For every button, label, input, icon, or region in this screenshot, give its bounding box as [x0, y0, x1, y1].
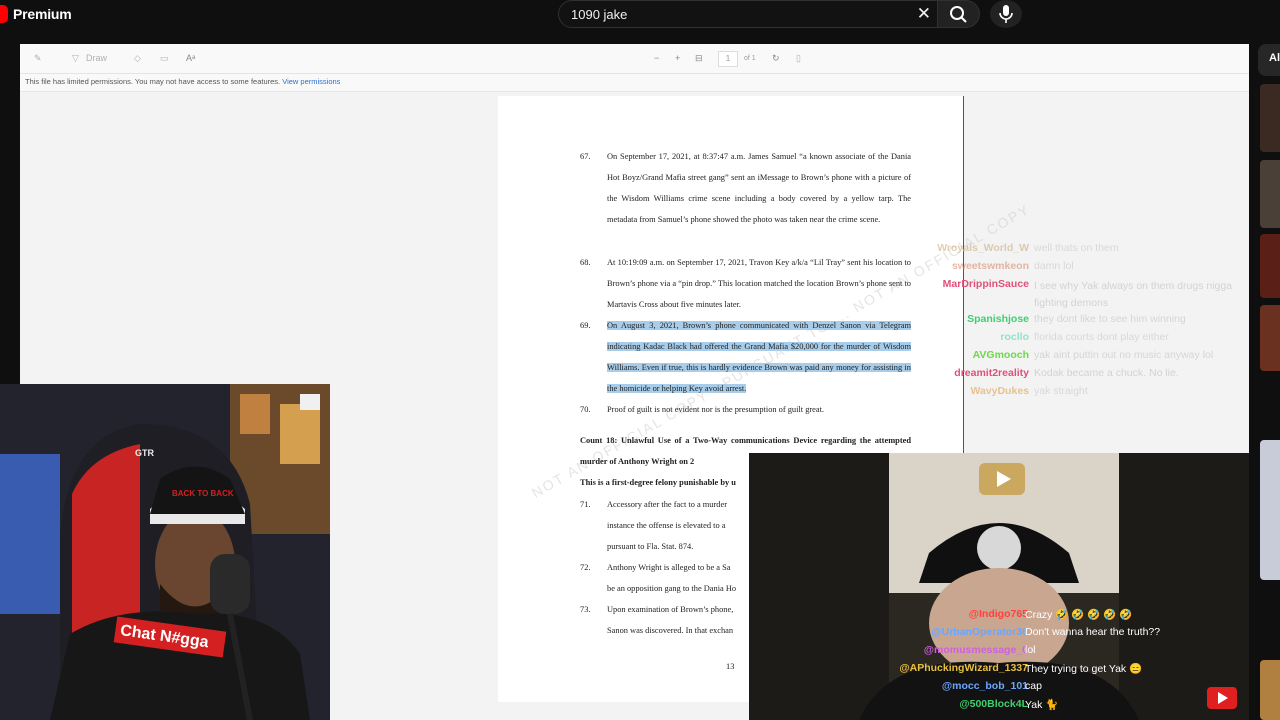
chat-text: they dont like to see him winning — [1034, 313, 1186, 325]
chat-message: dreamit2reality Kodak became a chuck. No … — [938, 367, 1253, 385]
chat-text: I see why Yak always on them drugs nigga… — [1034, 280, 1233, 309]
paragraph-number: 69. — [580, 321, 591, 330]
chat-username: @momusmessage_0 — [923, 644, 1028, 656]
video-thumbnail[interactable] — [1260, 84, 1280, 152]
chat-text: damn lol — [1034, 260, 1074, 272]
chat-message: @500Block4L Yak 🐈 — [865, 698, 1249, 716]
chat-message: @UrbanOperator36 Don't wanna hear the tru… — [865, 626, 1249, 644]
two-page-icon[interactable]: ▯ — [796, 53, 801, 64]
chat-username: WavyDukes — [970, 385, 1029, 397]
search-button[interactable] — [938, 0, 980, 28]
chat-username: sweetswmkeon — [951, 260, 1029, 272]
chair-text: GTR — [135, 448, 154, 458]
highlight-tool-icon[interactable]: ✎ — [34, 53, 42, 64]
permissions-notice-text: This file has limited permissions. You m… — [25, 77, 281, 86]
paragraph-number: 70. — [580, 405, 591, 414]
draw-label[interactable]: Draw — [86, 53, 107, 63]
pdf-toolbar: ✎ ▽ Draw ◇ ▭ Aᵃ − + ⊟ 1 of 1 ↻ ▯ — [20, 44, 1249, 74]
chat-username: @Indigo765 — [968, 608, 1028, 620]
chat-message: @mocc_bob_101 cap — [865, 680, 1249, 698]
voice-search-button[interactable] — [990, 0, 1022, 28]
chat-username: @UrbanOperator36 — [931, 626, 1028, 638]
chat-username: rocllo — [1000, 331, 1029, 343]
top-bar: Premium 1090 jake ✕ — [0, 0, 1280, 44]
webcam-streamer-left: BACK TO BACK Chat N#gga GTR — [0, 384, 330, 720]
paragraph-number: 68. — [580, 258, 591, 267]
chat-username: @mocc_bob_101 — [941, 680, 1028, 692]
chat-username: @500Block4L — [959, 698, 1028, 710]
paragraph-text[interactable]: At 10:19:09 a.m. on September 17, 2021, … — [607, 252, 911, 315]
paragraph-number: 73. — [580, 605, 591, 614]
chat-text: They trying to get Yak 😑 — [1025, 663, 1143, 675]
search-input[interactable]: 1090 jake ✕ — [558, 0, 938, 28]
youtube-logo-icon[interactable] — [0, 5, 8, 23]
paragraph-number: 72. — [580, 563, 591, 572]
chat-message: Wroyals_World_W well thats on them — [937, 242, 1253, 260]
chat-text: well thats on them — [1034, 242, 1119, 254]
chat-message: @APhuckingWizard_1337 They trying to get … — [865, 662, 1249, 680]
chat-message: @momusmessage_0 lol — [865, 644, 1249, 662]
chat-text: Kodak became a chuck. No lie. — [1034, 367, 1179, 379]
chat-username: Spanishjose — [967, 313, 1029, 325]
zoom-in-icon[interactable]: + — [675, 53, 680, 63]
chat-message: @Indigo765 Crazy 🤣 🤣 🤣 🤣 🤣 — [865, 608, 1249, 626]
draw-tool-icon[interactable]: ▽ — [72, 53, 79, 64]
view-permissions-link[interactable]: View permissions — [282, 77, 340, 86]
chat-message: sweetswmkeon damn lol — [938, 260, 1253, 278]
chat-text: lol — [1025, 644, 1036, 656]
video-thumbnail[interactable] — [1260, 440, 1280, 580]
chat-text: Yak 🐈 — [1025, 699, 1059, 711]
video-thumbnail[interactable] — [1260, 305, 1280, 371]
webcam-scene: BACK TO BACK Chat N#gga GTR — [0, 384, 330, 720]
chat-text: yak aint puttin out no music anyway lol — [1034, 349, 1214, 361]
chat-message: MarDrippinSauce I see why Yak always on t… — [938, 278, 1253, 309]
page-number: 13 — [726, 662, 735, 671]
mic-icon — [999, 5, 1013, 23]
eraser-tool-icon[interactable]: ◇ — [134, 53, 141, 64]
chat-username: dreamit2reality — [954, 367, 1029, 379]
paragraph-number: 67. — [580, 152, 591, 161]
brand-label[interactable]: Premium — [13, 6, 72, 22]
chat-text: yak straight — [1034, 385, 1088, 397]
rotate-icon[interactable]: ↻ — [772, 53, 780, 64]
paragraph-number: 71. — [580, 500, 591, 509]
clear-search-icon[interactable]: ✕ — [917, 4, 931, 24]
video-thumbnail[interactable] — [1260, 160, 1280, 228]
search-query[interactable]: 1090 jake — [571, 7, 627, 22]
search-icon — [950, 6, 967, 23]
chat-message: rocllo florida courts dont play either — [938, 331, 1253, 349]
filter-chip-all[interactable]: All — [1258, 44, 1280, 76]
video-thumbnail[interactable] — [1260, 660, 1280, 720]
chat-message: Spanishjose they dont like to see him win… — [938, 313, 1253, 331]
zoom-out-icon[interactable]: − — [654, 53, 659, 63]
read-aloud-icon[interactable]: Aᵃ — [186, 53, 195, 63]
paragraph-text[interactable]: On September 17, 2021, at 8:37:47 a.m. J… — [607, 146, 911, 230]
chat-text: florida courts dont play either — [1034, 331, 1169, 343]
chat-text: Don't wanna hear the truth?? — [1025, 626, 1161, 638]
chat-message: AVGmooch yak aint puttin out no music any… — [938, 349, 1253, 367]
chat-username: @APhuckingWizard_1337 — [899, 662, 1028, 674]
cap-text: BACK TO BACK — [172, 489, 234, 498]
chat-message: WavyDukes yak straight — [938, 385, 1253, 403]
fit-page-icon[interactable]: ⊟ — [695, 53, 703, 64]
permissions-notice: This file has limited permissions. You m… — [20, 74, 1249, 92]
page-total: of 1 — [744, 55, 756, 62]
page-number-input[interactable]: 1 — [718, 51, 738, 67]
chat-username: MarDrippinSauce — [942, 278, 1029, 290]
chat-text: cap — [1025, 680, 1042, 692]
chat-text: Crazy 🤣 🤣 🤣 🤣 🤣 — [1025, 609, 1133, 621]
chat-username: Wroyals_World_W — [937, 242, 1029, 254]
highlighted-text[interactable]: On August 3, 2021, Brown’s phone communi… — [607, 321, 911, 394]
page-view-icon[interactable]: ▭ — [160, 53, 169, 64]
chat-username: AVGmooch — [972, 349, 1029, 361]
paragraph-text[interactable]: Proof of guilt is not evident nor is the… — [607, 399, 911, 420]
video-thumbnail[interactable] — [1260, 234, 1280, 298]
filter-chip-label: All — [1269, 52, 1280, 64]
